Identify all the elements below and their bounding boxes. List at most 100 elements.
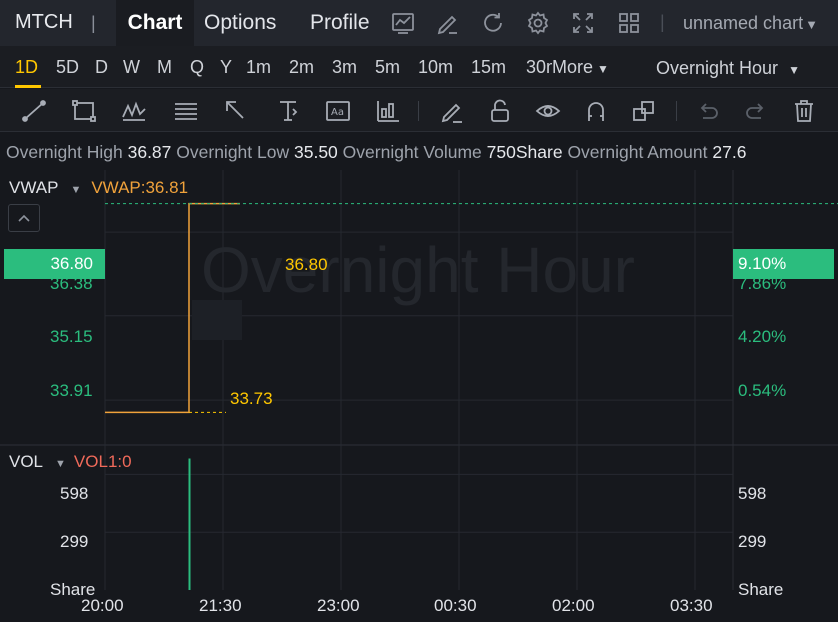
draw-pen-icon[interactable] (435, 10, 461, 36)
timeframe-30m[interactable]: 30m (526, 57, 552, 78)
time-tick: 00:30 (434, 596, 477, 615)
timeframe-5m[interactable]: 5m (375, 57, 400, 78)
active-timeframe-indicator (15, 85, 41, 88)
fullscreen-expand-icon[interactable] (570, 10, 596, 36)
timeframe-1m[interactable]: 1m (246, 57, 271, 78)
fibonacci-icon[interactable] (172, 97, 200, 125)
chevron-up-icon (18, 214, 30, 222)
price-chart-canvas[interactable]: Overnight Hour (0, 170, 838, 622)
separator (418, 101, 419, 121)
timeframe-1d[interactable]: 1D (15, 57, 38, 78)
layout-grid-icon[interactable] (616, 10, 642, 36)
overnight-amount-value: 27.6 (712, 142, 747, 162)
separator: | (660, 12, 665, 32)
text-annotation-icon[interactable]: Aa (324, 97, 352, 125)
ticker-symbol[interactable]: MTCH (15, 11, 73, 34)
unlock-icon[interactable] (486, 97, 514, 125)
visibility-eye-icon[interactable] (534, 97, 562, 125)
magnet-icon[interactable] (582, 97, 610, 125)
tab-options[interactable]: Options (204, 0, 276, 46)
drawing-toolbar: Aa (0, 89, 838, 132)
session-watermark: Overnight Hour (201, 234, 635, 306)
timeframe-15m[interactable]: 15m (471, 57, 506, 78)
current-price-value: 36.80 (50, 254, 93, 273)
volume-tick: 598 (738, 484, 767, 503)
caret-down-icon: ▼ (788, 63, 800, 77)
measure-icon[interactable] (274, 97, 302, 125)
pct-tick: 7.86% (738, 274, 787, 293)
chart-name-label: unnamed chart (683, 13, 804, 33)
caret-down-icon: ▼ (55, 458, 66, 470)
volume-tick: 598 (60, 484, 89, 503)
session-label: Overnight Hour (656, 58, 779, 78)
vol-indicator-dropdown[interactable]: VOL ▼ VOL1:0 (9, 452, 132, 472)
vol-value: VOL1:0 (73, 452, 132, 471)
timeframe-3m[interactable]: 3m (332, 57, 357, 78)
time-tick: 21:30 (199, 596, 242, 615)
timeframe-q[interactable]: Q (190, 57, 204, 78)
volume-tick: 299 (738, 532, 767, 551)
vertical-gridlines (104, 170, 696, 590)
delete-trash-icon[interactable] (790, 97, 818, 125)
time-tick: 23:00 (317, 596, 360, 615)
separator (676, 101, 677, 121)
vwap-value: VWAP:36.81 (91, 178, 189, 197)
more-label: More (552, 57, 594, 77)
vwap-indicator-label: VWAP (9, 178, 59, 197)
time-tick: 03:30 (670, 596, 713, 615)
overnight-amount-label: Overnight Amount (567, 142, 708, 162)
undo-icon[interactable] (694, 97, 722, 125)
volume-tick: 299 (60, 532, 89, 551)
chevron-down-icon: ▼ (805, 17, 818, 32)
volume-unit: Share (738, 580, 784, 599)
price-tick: 35.15 (50, 327, 93, 346)
rectangle-icon[interactable] (70, 97, 98, 125)
vol-indicator-label: VOL (9, 452, 44, 471)
indicator-chart-icon[interactable] (390, 10, 416, 36)
timeframe-10m[interactable]: 10m (418, 57, 453, 78)
tab-chart[interactable]: Chart (116, 0, 194, 46)
timeframe-m[interactable]: M (157, 57, 172, 78)
timeframe-w[interactable]: W (123, 57, 140, 78)
price-tick: 36.38 (50, 274, 93, 293)
pen-icon[interactable] (438, 97, 466, 125)
pattern-icon[interactable] (120, 97, 148, 125)
clone-icon[interactable] (630, 97, 658, 125)
timeframe-5d[interactable]: 5D (56, 57, 79, 78)
timeframe-bar: 1D 5D D W M Q Y 1m 2m 3m 5m 10m 15m 30 m … (0, 46, 838, 88)
overnight-volume-label: Overnight Volume (342, 142, 482, 162)
vwap-indicator-dropdown[interactable]: VWAP ▼ VWAP:36.81 (9, 178, 188, 198)
timeframe-2m[interactable]: 2m (289, 57, 314, 78)
session-dropdown[interactable]: Overnight Hour ▼ (656, 58, 800, 79)
overnight-low-label: Overnight Low (176, 142, 290, 162)
caret-down-icon: ▼ (597, 62, 609, 76)
chart-name-dropdown[interactable]: unnamed chart ▼ (683, 13, 818, 34)
collapse-panel-button[interactable] (8, 204, 40, 232)
open-price-label: 33.73 (230, 389, 273, 408)
overnight-low-value: 35.50 (294, 142, 338, 162)
redo-icon[interactable] (742, 97, 770, 125)
pct-tick: 4.20% (738, 327, 787, 346)
separator: | (91, 13, 96, 33)
overnight-high-label: Overnight High (6, 142, 123, 162)
more-timeframes-button[interactable]: More ▼ (552, 57, 609, 78)
timeframe-d[interactable]: D (95, 57, 108, 78)
timeframe-y[interactable]: Y (220, 57, 232, 78)
overnight-info-line: Overnight High 36.87 Overnight Low 35.50… (6, 142, 838, 163)
overnight-high-value: 36.87 (127, 142, 172, 162)
price-tick: 33.91 (50, 381, 93, 400)
arrow-icon[interactable] (222, 97, 250, 125)
bar-pattern-icon[interactable] (374, 97, 402, 125)
candle-shadow (192, 300, 242, 340)
svg-text:Aa: Aa (331, 107, 344, 118)
time-tick: 20:00 (81, 596, 124, 615)
refresh-icon[interactable] (480, 10, 506, 36)
last-price-label: 36.80 (285, 255, 328, 274)
trend-line-icon[interactable] (20, 97, 48, 125)
current-pct-value: 9.10% (738, 254, 787, 273)
settings-gear-icon[interactable] (525, 10, 551, 36)
overnight-volume-value: 750Share (486, 142, 563, 162)
caret-down-icon: ▼ (70, 184, 82, 196)
pct-tick: 0.54% (738, 381, 787, 400)
tab-profile[interactable]: Profile (310, 0, 370, 46)
